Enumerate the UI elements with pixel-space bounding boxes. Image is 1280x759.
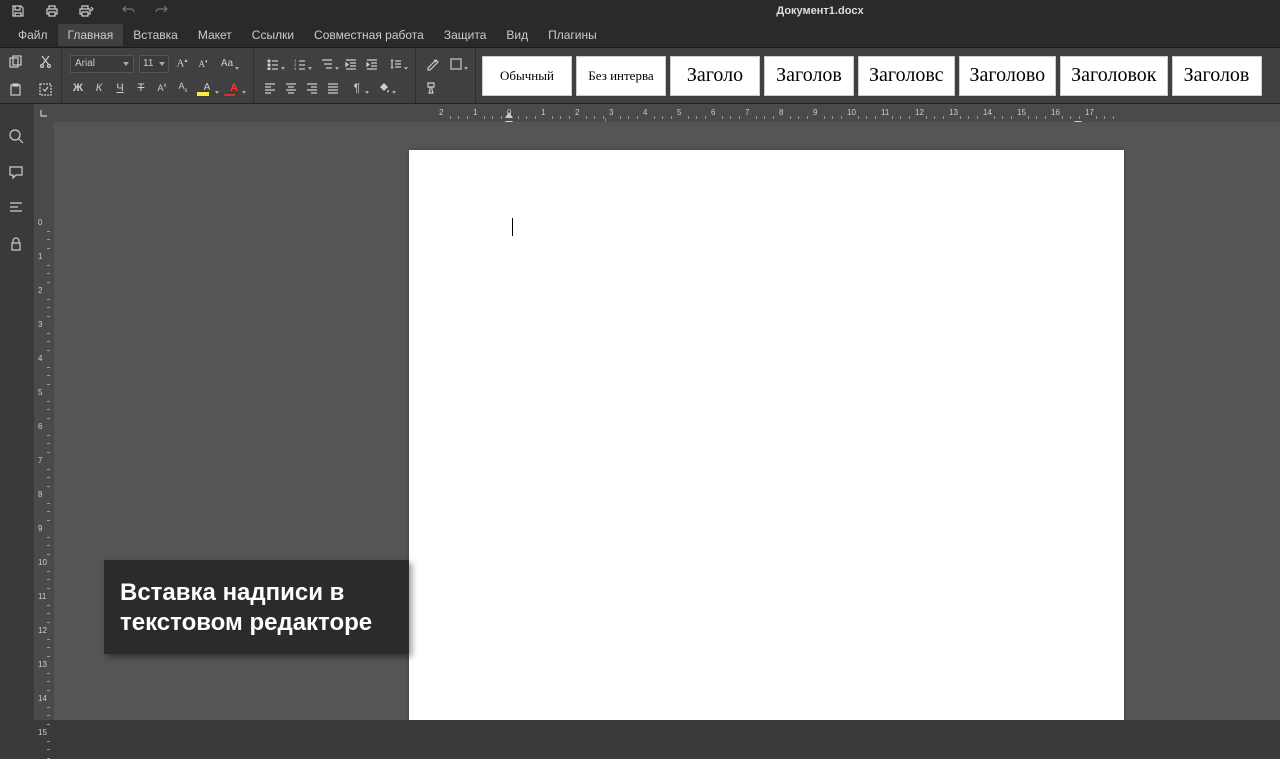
page[interactable] [409, 150, 1124, 720]
underline-icon[interactable]: Ч [112, 80, 128, 96]
menubar: ФайлГлавнаяВставкаМакетСсылкиСовместная … [0, 22, 1280, 48]
shading-icon[interactable] [373, 80, 395, 96]
vertical-ruler[interactable]: 0123456789101112131415 [34, 122, 54, 720]
menu-ссылки[interactable]: Ссылки [242, 24, 304, 46]
print-icon[interactable] [44, 3, 60, 19]
lock-icon[interactable] [8, 236, 26, 254]
left-sidebar [0, 104, 34, 720]
font-color-icon[interactable]: A [223, 80, 245, 96]
style-0[interactable]: Обычный [482, 56, 572, 96]
subscript-icon[interactable]: Ax [175, 80, 191, 96]
align-left-icon[interactable] [262, 80, 278, 96]
align-justify-icon[interactable] [325, 80, 341, 96]
italic-icon[interactable]: К [91, 80, 107, 96]
numbering-icon[interactable]: 123 [289, 56, 311, 72]
menu-вид[interactable]: Вид [496, 24, 538, 46]
multilevel-icon[interactable] [316, 56, 338, 72]
save-icon[interactable] [10, 3, 26, 19]
caption-text: Вставка надписи в текстовом редакторе [120, 578, 393, 638]
caption-overlay: Вставка надписи в текстовом редакторе [104, 560, 409, 654]
toolbar: Arial 11 A▴ A▾ Aa Ж К Ч T Ax Ax A A 123 [0, 48, 1280, 104]
comments-icon[interactable] [8, 164, 26, 182]
titlebar: Документ1.docx [0, 0, 1280, 22]
menu-главная[interactable]: Главная [58, 24, 124, 46]
menu-вставка[interactable]: Вставка [123, 24, 188, 46]
style-3[interactable]: Заголов [764, 56, 854, 96]
indent-increase-icon[interactable] [364, 56, 380, 72]
menu-совместная работа[interactable]: Совместная работа [304, 24, 434, 46]
menu-плагины[interactable]: Плагины [538, 24, 607, 46]
highlight-color-icon[interactable]: A [196, 80, 218, 96]
cut-icon[interactable] [31, 48, 62, 76]
menu-макет[interactable]: Макет [188, 24, 242, 46]
format-painter-icon[interactable] [424, 80, 440, 96]
clear-format-icon[interactable] [424, 56, 440, 72]
strikethrough-icon[interactable]: T [133, 80, 149, 96]
copy-icon[interactable] [0, 48, 31, 76]
superscript-icon[interactable]: Ax [154, 80, 170, 96]
search-icon[interactable] [8, 128, 26, 146]
change-case-icon[interactable]: Aa [216, 56, 238, 72]
style-7[interactable]: Заголов [1172, 56, 1262, 96]
horizontal-ruler[interactable]: 2101234567891011121314151617 [54, 104, 1280, 122]
quick-print-icon[interactable] [78, 3, 94, 19]
decrease-size-icon[interactable]: A▾ [195, 56, 211, 72]
style-4[interactable]: Заголовс [858, 56, 955, 96]
font-size-select[interactable]: 11 [139, 55, 169, 73]
bold-icon[interactable]: Ж [70, 80, 86, 96]
bullets-icon[interactable] [262, 56, 284, 72]
menu-защита[interactable]: Защита [434, 24, 497, 46]
redo-icon[interactable] [154, 2, 168, 20]
text-cursor [512, 218, 513, 236]
paste-icon[interactable] [0, 76, 31, 104]
ruler-corner[interactable] [34, 104, 54, 122]
style-1[interactable]: Без интерва [576, 56, 666, 96]
select-all-icon[interactable] [31, 76, 62, 104]
line-spacing-icon[interactable] [385, 56, 407, 72]
style-5[interactable]: Заголово [959, 56, 1057, 96]
style-6[interactable]: Заголовок [1060, 56, 1167, 96]
menu-файл[interactable]: Файл [8, 24, 58, 46]
headings-icon[interactable] [8, 200, 26, 218]
align-center-icon[interactable] [283, 80, 299, 96]
align-right-icon[interactable] [304, 80, 320, 96]
styles-gallery: ОбычныйБез интерваЗаголоЗаголовЗаголовсЗ… [476, 48, 1268, 103]
style-2[interactable]: Заголо [670, 56, 760, 96]
font-name-select[interactable]: Arial [70, 55, 134, 73]
svg-text:3: 3 [294, 66, 297, 70]
nonprinting-icon[interactable]: ¶ [346, 80, 368, 96]
insert-shape-icon[interactable] [445, 56, 467, 72]
increase-size-icon[interactable]: A▴ [174, 56, 190, 72]
document-title: Документ1.docx [776, 5, 863, 17]
indent-decrease-icon[interactable] [343, 56, 359, 72]
undo-icon[interactable] [122, 2, 136, 20]
